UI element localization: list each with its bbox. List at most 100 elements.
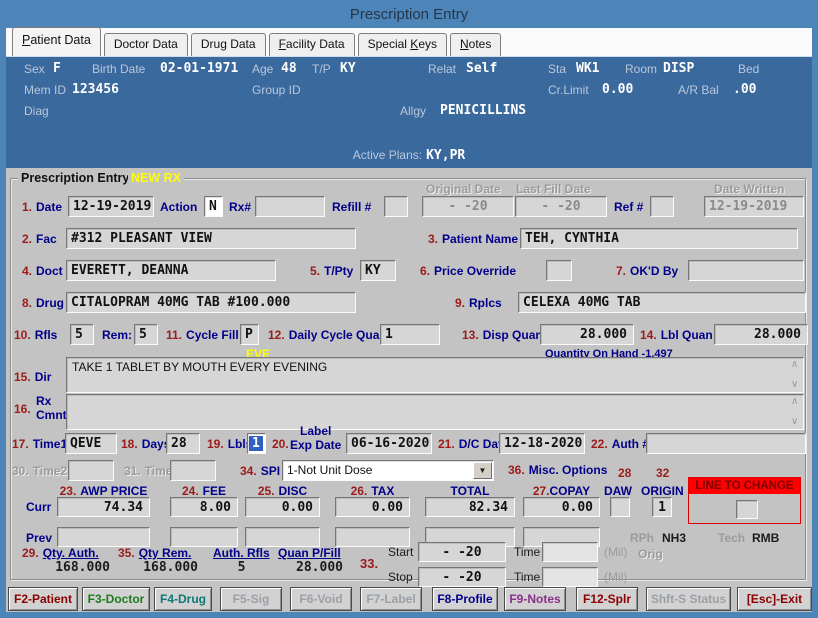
room-label: Room (625, 62, 658, 76)
rem-field[interactable]: 5 (134, 324, 158, 345)
f2-patient-button[interactable]: F2-Patient (8, 587, 78, 611)
rx-cmnts-scroll-up-icon[interactable]: ∧ (791, 396, 798, 407)
spi-dropdown-arrow-icon[interactable]: ▼ (473, 462, 492, 479)
tpty-field[interactable]: KY (360, 260, 396, 281)
doct-field[interactable]: EVERETT, DEANNA (66, 260, 276, 281)
refill-field[interactable] (384, 196, 408, 217)
time2-label: 30. Time2 (12, 464, 68, 478)
lbls-field[interactable]: 1 (247, 433, 266, 454)
f3-doctor-button[interactable]: F3-Doctor (82, 587, 150, 611)
dir-textarea[interactable]: TAKE 1 TABLET BY MOUTH EVERY EVENING (66, 357, 804, 393)
diag-label: Diag (24, 104, 49, 118)
active-plans: Active Plans: KY,PR (6, 148, 812, 163)
curr-disc-field[interactable]: 0.00 (245, 497, 320, 517)
rfls-label: 10. Rfls (14, 328, 58, 342)
prev-fee-field (170, 527, 238, 547)
curr-awp-field[interactable]: 74.34 (57, 497, 150, 517)
origin-field[interactable]: 1 (652, 497, 672, 517)
tab-drug-data[interactable]: Drug Data (190, 33, 266, 56)
daw-field[interactable] (610, 497, 630, 517)
label-exp-date-num: 20. (272, 437, 289, 451)
prev-disc-field (245, 527, 320, 547)
auth-number-label: 22. Auth # (591, 437, 650, 451)
lbl-quan-field[interactable]: 28.000 (714, 324, 808, 345)
stop-date-field[interactable]: - -20 (418, 567, 506, 587)
mem-id-value: 123456 (72, 82, 119, 97)
window-title: Prescription Entry (349, 5, 469, 23)
shft-s-status-button[interactable]: Shft-S Status (646, 587, 731, 611)
patient-name-field[interactable]: TEH, CYNTHIA (520, 228, 798, 249)
okd-by-field[interactable] (688, 260, 804, 281)
fac-field[interactable]: #312 PLEASANT VIEW (66, 228, 356, 249)
start-stop-num: 33. (360, 556, 379, 571)
stop-label: Stop (388, 570, 413, 584)
f7-label-button[interactable]: F7-Label (360, 587, 422, 611)
ref-number-field[interactable] (650, 196, 674, 217)
fee-header: 24. FEE (181, 484, 227, 498)
label-exp-date-field[interactable]: 06-16-2020 (346, 433, 432, 454)
allgy-label: Allgy (400, 104, 427, 118)
active-plans-label: Active Plans: (352, 148, 423, 162)
drug-field[interactable]: CITALOPRAM 40MG TAB #100.000 (66, 292, 356, 313)
date-field[interactable]: 12-19-2019 (68, 196, 154, 217)
origin-num: 32 (656, 466, 670, 480)
action-field[interactable]: N (204, 196, 223, 217)
curr-fee-field[interactable]: 8.00 (170, 497, 238, 517)
esc-exit-button[interactable]: [Esc]-Exit (737, 587, 812, 611)
prescription-entry-window: Prescription Entry Patient Data Doctor D… (0, 0, 818, 618)
rfls-field[interactable]: 5 (70, 324, 94, 345)
line-to-change-field[interactable] (736, 500, 758, 519)
start-label: Start (388, 545, 414, 559)
refill-label: Refill # (332, 200, 372, 214)
quan-pfill-value: 28.000 (296, 560, 343, 575)
dir-scroll-down-icon[interactable]: ∨ (791, 379, 798, 390)
auth-number-field[interactable] (646, 433, 806, 454)
line-to-change-header: LINE TO CHANGE (689, 478, 800, 494)
rx-number-label: Rx# (229, 200, 252, 214)
dir-scroll-up-icon[interactable]: ∧ (791, 359, 798, 370)
rx-number-field[interactable] (255, 196, 325, 217)
curr-copay-field[interactable]: 0.00 (523, 497, 600, 517)
start-time-field[interactable] (542, 542, 598, 562)
prev-row-label: Prev (26, 531, 53, 545)
dir-label: 15. Dir (14, 370, 52, 384)
f9-notes-button[interactable]: F9-Notes (504, 587, 566, 611)
curr-total-field: 82.34 (425, 497, 515, 517)
total-header: TOTAL (450, 484, 490, 498)
tab-patient-data[interactable]: Patient Data (12, 27, 101, 56)
rplcs-field[interactable]: CELEXA 40MG TAB (518, 292, 806, 313)
f4-drug-button[interactable]: F4-Drug (154, 587, 212, 611)
okd-by-label: 7. OK'D By (616, 264, 679, 278)
date-written-label: Date Written (714, 182, 785, 196)
lbls-selected-value: 1 (249, 436, 263, 451)
start-date-field[interactable]: - -20 (418, 542, 506, 562)
cr-limit-label: Cr.Limit (548, 83, 589, 97)
spi-dropdown[interactable]: 1-Not Unit Dose ▼ (282, 460, 494, 481)
tab-special-keys[interactable]: Special Keys (357, 33, 447, 56)
f6-void-button[interactable]: F6-Void (290, 587, 352, 611)
f12-splr-button[interactable]: F12-Splr (576, 587, 638, 611)
tab-notes[interactable]: Notes (450, 33, 502, 56)
auth-rfls-label: Auth. Rfls (213, 546, 270, 560)
tab-facility-data[interactable]: Facility Data (268, 33, 355, 56)
price-override-field[interactable] (546, 260, 572, 281)
rx-cmnts-textarea[interactable] (66, 394, 804, 430)
rx-cmnts-scroll-down-icon[interactable]: ∨ (791, 416, 798, 427)
lbls-label: 19. Lbls (207, 437, 253, 451)
dc-date-field[interactable]: 12-18-2020 (499, 433, 585, 454)
cycle-fill-field[interactable]: P (240, 324, 259, 345)
spi-selected-option: 1-Not Unit Dose (287, 463, 373, 477)
cycle-fill-label: 11. Cycle Fill (166, 328, 239, 342)
f5-sig-button[interactable]: F5-Sig (220, 587, 282, 611)
f8-profile-button[interactable]: F8-Profile (432, 587, 498, 611)
stop-mil-label: (Mil) (604, 570, 628, 584)
stop-time-field[interactable] (542, 567, 598, 587)
time1-field[interactable]: QEVE (65, 433, 117, 454)
tab-doctor-data[interactable]: Doctor Data (103, 33, 188, 56)
curr-tax-field[interactable]: 0.00 (335, 497, 410, 517)
label-exp-date-label2: Exp Date (290, 438, 342, 452)
disp-quan-field[interactable]: 28.000 (540, 324, 634, 345)
action-label: Action (160, 200, 198, 214)
days-field[interactable]: 28 (166, 433, 200, 454)
daily-cycle-quan-field[interactable]: 1 (380, 324, 440, 345)
